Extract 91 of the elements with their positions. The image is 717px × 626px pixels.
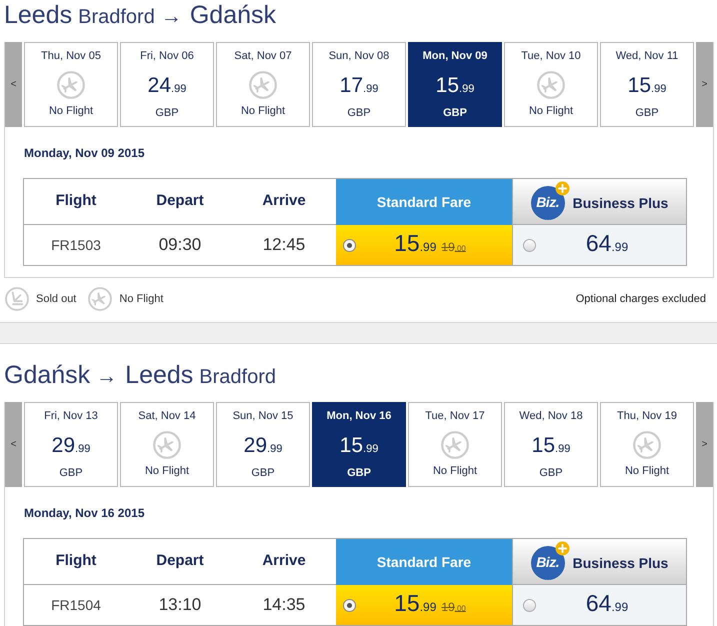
day-card[interactable]: Mon, Nov 09 15.99 GBP xyxy=(408,42,502,127)
day-card[interactable]: Sat, Nov 14 No Flight xyxy=(120,402,214,487)
plus-badge-icon xyxy=(554,540,570,556)
day-card[interactable]: Fri, Nov 06 24.99 GBP xyxy=(120,42,214,127)
biz-logo: Biz. xyxy=(530,546,565,580)
day-label: Sat, Nov 14 xyxy=(138,409,196,423)
next-dates-button[interactable]: > xyxy=(696,42,713,127)
radio-button[interactable] xyxy=(523,598,536,612)
fare-cell[interactable]: 15.99 19.00 xyxy=(336,585,512,625)
day-label: Sun, Nov 15 xyxy=(232,409,294,423)
day-card[interactable]: Sun, Nov 15 29.99 GBP xyxy=(216,402,310,487)
no-flight-label: No Flight xyxy=(432,464,478,478)
day-price: 17.99 xyxy=(340,74,378,99)
legend-label: No Flight xyxy=(119,292,164,307)
currency-label: GBP xyxy=(347,467,371,480)
day-label: Mon, Nov 16 xyxy=(326,409,392,423)
day-price: 15.99 xyxy=(532,434,570,459)
route-title: Leeds Bradford → Gdańsk xyxy=(3,0,278,30)
radio-button[interactable] xyxy=(343,598,356,612)
currency-label: GBP xyxy=(155,107,179,120)
plus-badge-icon xyxy=(554,180,570,196)
day-price: 15.99 xyxy=(436,74,474,99)
fare-price: 64.99 xyxy=(586,590,628,618)
day-label: Fri, Nov 06 xyxy=(140,49,194,63)
plane-icon xyxy=(249,71,277,99)
fare-header-label: Business Plus xyxy=(572,554,668,573)
day-label: Tue, Nov 10 xyxy=(521,49,581,63)
day-price: 29.99 xyxy=(52,434,90,459)
biz-logo: Biz. xyxy=(530,186,565,220)
currency-label: GBP xyxy=(251,467,275,480)
day-card[interactable]: Tue, Nov 10 No Flight xyxy=(504,42,598,127)
currency-label: GBP xyxy=(635,107,659,120)
no-flight-label: No Flight xyxy=(624,464,670,478)
seat-icon xyxy=(5,287,29,311)
day-card[interactable]: Wed, Nov 18 15.99 GBP xyxy=(504,402,598,487)
day-card[interactable]: Sat, Nov 07 No Flight xyxy=(216,42,310,127)
plane-icon xyxy=(441,431,469,459)
day-label: Mon, Nov 09 xyxy=(422,49,488,63)
next-dates-button[interactable]: > xyxy=(696,402,713,487)
fare-header-label: Business Plus xyxy=(572,194,668,213)
old-price: 19.00 xyxy=(441,239,466,256)
fare-header[interactable]: Biz. Business Plus xyxy=(512,179,686,225)
plane-icon xyxy=(537,71,565,99)
day-label: Thu, Nov 05 xyxy=(41,49,101,63)
day-label: Fri, Nov 13 xyxy=(44,409,98,423)
radio-button[interactable] xyxy=(523,238,536,252)
date-heading: Monday, Nov 16 2015 xyxy=(24,505,144,521)
fare-price: 15.99 xyxy=(394,590,436,618)
previous-dates-button[interactable]: < xyxy=(5,402,22,487)
no-flight-label: No Flight xyxy=(144,464,190,478)
no-flight-label: No Flight xyxy=(48,104,94,118)
fare-price: 15.99 xyxy=(394,230,436,258)
plane-icon xyxy=(88,287,112,311)
day-card[interactable]: Thu, Nov 19 No Flight xyxy=(600,402,694,487)
currency-label: GBP xyxy=(59,467,83,480)
previous-dates-button[interactable]: < xyxy=(5,42,22,127)
radio-button[interactable] xyxy=(343,238,356,252)
no-flight-label: No Flight xyxy=(240,104,286,118)
day-card[interactable]: Thu, Nov 05 No Flight xyxy=(24,42,118,127)
date-heading: Monday, Nov 09 2015 xyxy=(24,145,144,161)
day-price: 29.99 xyxy=(244,434,282,459)
fare-cell[interactable]: 64.99 xyxy=(512,585,686,625)
day-label: Sun, Nov 08 xyxy=(328,49,390,63)
currency-label: GBP xyxy=(347,107,371,120)
day-card[interactable]: Mon, Nov 16 15.99 GBP xyxy=(312,402,406,487)
day-label: Sat, Nov 07 xyxy=(234,49,292,63)
day-card[interactable]: Sun, Nov 08 17.99 GBP xyxy=(312,42,406,127)
day-price: 15.99 xyxy=(628,74,666,99)
fare-cell[interactable]: 64.99 xyxy=(512,225,686,265)
day-label: Wed, Nov 11 xyxy=(616,49,678,63)
currency-label: GBP xyxy=(443,107,467,120)
day-card[interactable]: Wed, Nov 11 15.99 GBP xyxy=(600,42,694,127)
fare-cell[interactable]: 15.99 19.00 xyxy=(336,225,512,265)
day-label: Thu, Nov 19 xyxy=(617,409,677,423)
fare-header[interactable]: Biz. Business Plus xyxy=(512,539,686,585)
no-flight-label: No Flight xyxy=(528,104,574,118)
day-label: Wed, Nov 18 xyxy=(519,409,583,423)
currency-label: GBP xyxy=(539,467,563,480)
day-label: Tue, Nov 17 xyxy=(425,409,485,423)
fare-price: 64.99 xyxy=(586,230,628,258)
day-card[interactable]: Fri, Nov 13 29.99 GBP xyxy=(24,402,118,487)
plane-icon xyxy=(57,71,85,99)
plane-icon xyxy=(633,431,661,459)
day-price: 24.99 xyxy=(148,74,186,99)
route-title: Gdańsk → Leeds Bradford xyxy=(3,360,278,390)
legend-label: Sold out xyxy=(36,292,76,307)
charges-note: Optional charges excluded xyxy=(576,292,706,307)
day-card[interactable]: Tue, Nov 17 No Flight xyxy=(408,402,502,487)
plane-icon xyxy=(153,431,181,459)
old-price: 19.00 xyxy=(441,599,466,616)
day-price: 15.99 xyxy=(340,434,378,459)
